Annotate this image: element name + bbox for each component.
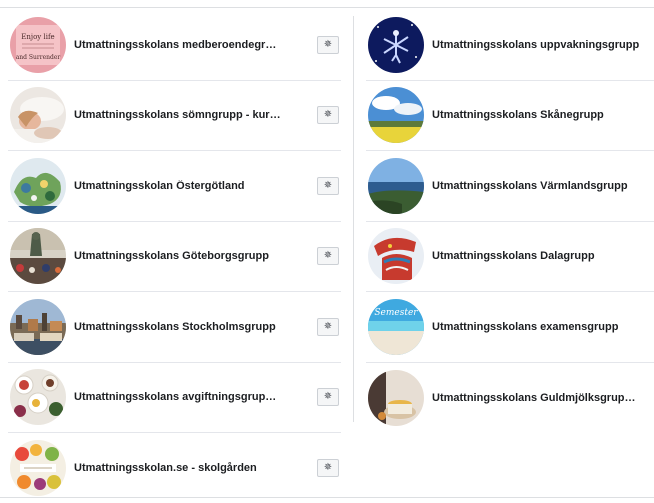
group-settings-button[interactable]: ✵ xyxy=(317,388,339,407)
breakfast-table-photo-icon xyxy=(10,369,66,426)
group-name[interactable]: Utmattningsskolans Guldmjölksgrup… xyxy=(432,392,636,404)
column-divider xyxy=(353,16,354,422)
sleeping-woman-photo-icon xyxy=(10,87,66,144)
group-row[interactable]: Utmattningsskolan.se - skolgården ✵ xyxy=(8,433,341,503)
lake-view-photo-icon xyxy=(368,157,424,214)
poster-top-text: Enjoy life xyxy=(21,33,54,41)
group-name[interactable]: Utmattningsskolans uppvakningsgrupp xyxy=(432,39,639,51)
group-row[interactable]: Utmattningsskolans avgiftningsgrup… ✵ xyxy=(8,363,341,433)
group-name[interactable]: Utmattningsskolans Dalagrupp xyxy=(432,250,595,262)
group-name[interactable]: Utmattningsskolans Göteborgsgrupp xyxy=(74,250,269,262)
group-row[interactable]: Semester Utmattningsskolans examensgrupp xyxy=(366,292,654,363)
group-row[interactable]: Utmattningsskolans Stockholmsgrupp ✵ xyxy=(8,292,341,363)
group-settings-button[interactable]: ✵ xyxy=(317,106,339,125)
group-row[interactable]: Utmattningsskolans Göteborgsgrupp ✵ xyxy=(8,222,341,292)
group-row[interactable]: Enjoy life and Surrender Utmattningsskol… xyxy=(8,10,341,81)
group-name[interactable]: Utmattningsskolans examensgrupp xyxy=(432,321,618,333)
group-avatar[interactable] xyxy=(10,298,66,355)
group-settings-button[interactable]: ✵ xyxy=(317,459,339,478)
group-avatar[interactable]: Semester xyxy=(368,298,424,355)
beach-word-text: Semester xyxy=(374,308,418,318)
group-avatar[interactable] xyxy=(368,87,424,144)
group-avatar[interactable] xyxy=(10,87,66,144)
gear-icon: ✵ xyxy=(323,462,333,474)
group-avatar[interactable] xyxy=(368,228,424,285)
top-border xyxy=(0,0,654,8)
groups-right-column: Utmattningsskolans uppvakningsgrupp Utma… xyxy=(366,10,654,433)
group-row[interactable]: Utmattningsskolans Värmlandsgrupp xyxy=(366,151,654,222)
city-rooftops-photo-icon xyxy=(10,298,66,355)
group-name[interactable]: Utmattningsskolans Skånegrupp xyxy=(432,109,604,121)
gear-icon: ✵ xyxy=(323,391,333,403)
poster-pink-text-icon: Enjoy life and Surrender xyxy=(10,16,66,73)
group-avatar[interactable] xyxy=(10,157,66,214)
group-row[interactable]: Utmattningsskolan Östergötland ✵ xyxy=(8,151,341,222)
group-row[interactable]: Utmattningsskolans sömngrupp - kur… ✵ xyxy=(8,81,341,151)
group-settings-button[interactable]: ✵ xyxy=(317,176,339,195)
group-settings-button[interactable]: ✵ xyxy=(317,35,339,54)
starry-figure-photo-icon xyxy=(368,16,424,73)
group-avatar[interactable]: Enjoy life and Surrender xyxy=(10,16,66,73)
group-avatar[interactable] xyxy=(10,228,66,285)
golden-milk-cup-photo-icon xyxy=(368,369,424,426)
groups-left-column: Enjoy life and Surrender Utmattningsskol… xyxy=(8,10,341,503)
harbour-statue-photo-icon xyxy=(10,228,66,285)
fruit-collage-photo-icon xyxy=(10,440,66,497)
group-avatar[interactable] xyxy=(368,369,424,426)
group-avatar[interactable] xyxy=(10,440,66,497)
field-sky-photo-icon xyxy=(368,87,424,144)
semester-beach-photo-icon: Semester xyxy=(368,298,424,355)
group-avatar[interactable] xyxy=(10,369,66,426)
group-row[interactable]: Utmattningsskolans Skånegrupp xyxy=(366,81,654,151)
gear-icon: ✵ xyxy=(323,320,333,332)
group-avatar[interactable] xyxy=(368,157,424,214)
gear-icon: ✵ xyxy=(323,179,333,191)
dala-horse-photo-icon xyxy=(368,228,424,285)
group-avatar[interactable] xyxy=(368,16,424,73)
gear-icon: ✵ xyxy=(323,250,333,262)
group-row[interactable]: Utmattningsskolans Dalagrupp xyxy=(366,222,654,292)
poster-bottom-text: and Surrender xyxy=(16,54,61,61)
gear-icon: ✵ xyxy=(323,109,333,121)
group-settings-button[interactable]: ✵ xyxy=(317,247,339,266)
group-name[interactable]: Utmattningsskolans avgiftningsgrup… xyxy=(74,391,276,403)
group-name[interactable]: Utmattningsskolans sömngrupp - kur… xyxy=(74,109,281,121)
gear-icon: ✵ xyxy=(323,38,333,50)
group-row[interactable]: Utmattningsskolans uppvakningsgrupp xyxy=(366,10,654,81)
group-name[interactable]: Utmattningsskolan Östergötland xyxy=(74,180,245,192)
group-name[interactable]: Utmattningsskolan.se - skolgården xyxy=(74,462,257,474)
group-settings-button[interactable]: ✵ xyxy=(317,317,339,336)
regional-map-photo-icon xyxy=(10,157,66,214)
group-name[interactable]: Utmattningsskolans Värmlandsgrupp xyxy=(432,180,628,192)
group-row[interactable]: Utmattningsskolans Guldmjölksgrup… xyxy=(366,363,654,434)
group-name[interactable]: Utmattningsskolans medberoendegr… xyxy=(74,39,276,51)
group-name[interactable]: Utmattningsskolans Stockholmsgrupp xyxy=(74,321,276,333)
